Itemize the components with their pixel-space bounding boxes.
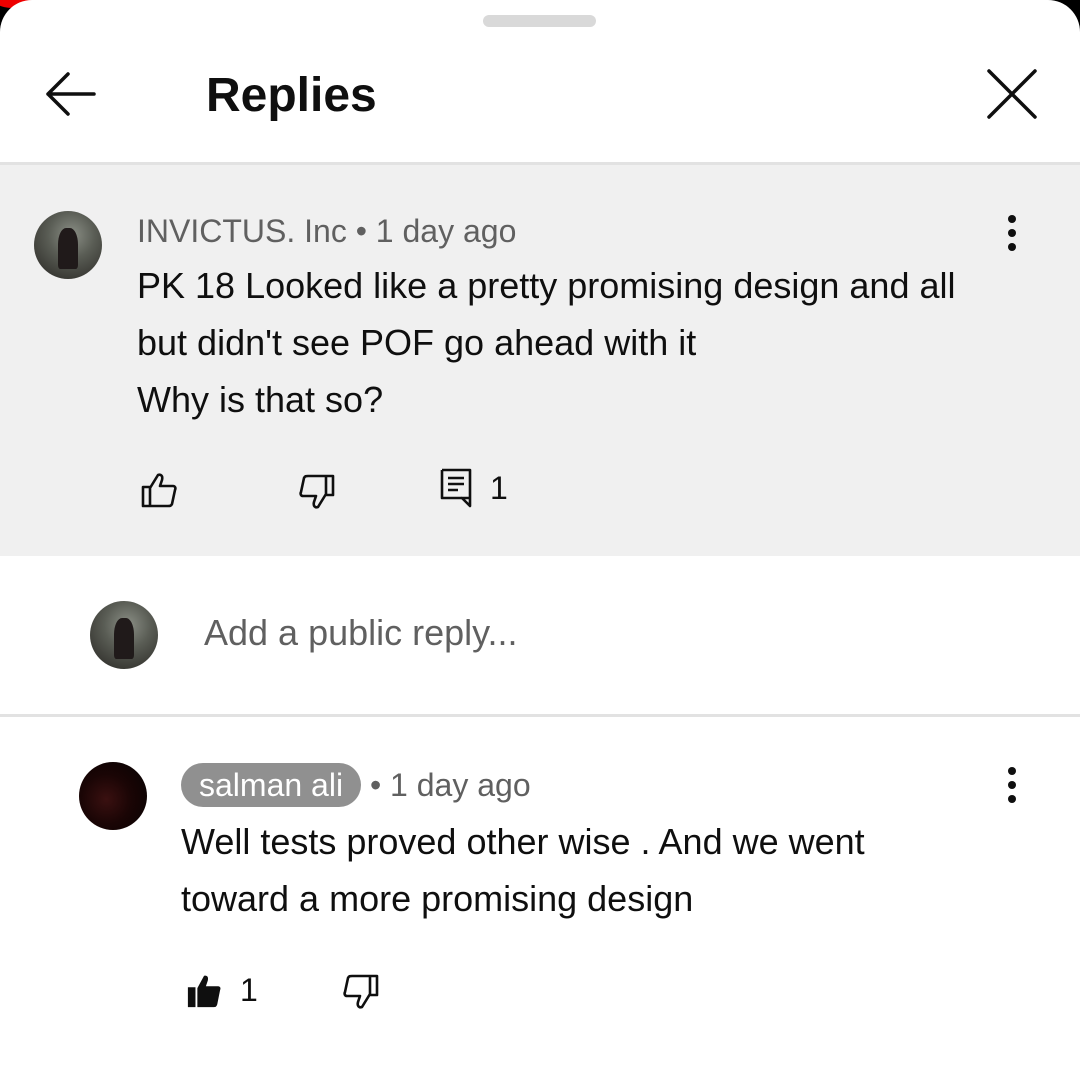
close-button[interactable] [976,58,1048,130]
like-button[interactable]: 1 [186,972,258,1009]
more-options-button[interactable] [992,205,1032,261]
replies-sheet: Replies INVICTUS. Inc • 1 day ago PK 18 … [0,0,1080,1076]
more-vertical-icon [1008,215,1016,251]
comment-icon [440,468,472,508]
comment-time: 1 day ago [390,767,531,803]
public-reply-input[interactable] [204,612,1004,654]
comment-text: Well tests proved other wise . And we we… [181,813,865,927]
comment-line: toward a more promising design [181,878,694,919]
more-vertical-icon [1008,767,1016,803]
parent-comment: INVICTUS. Inc • 1 day ago PK 18 Looked l… [0,165,1080,556]
author-chip[interactable]: salman ali [181,763,362,807]
dislike-button[interactable] [298,473,336,511]
divider [0,714,1080,717]
thumbs-up-icon [141,473,177,508]
thumbs-down-icon [343,974,379,1009]
replies-button[interactable]: 1 [440,468,508,508]
close-icon [987,69,1037,119]
meta-separator: • [361,767,391,803]
like-button[interactable] [140,471,178,509]
page-title: Replies [206,69,377,122]
back-button[interactable] [32,62,108,126]
more-options-button[interactable] [992,757,1032,813]
comment-meta: salman ali • 1 day ago [181,763,531,807]
comment-line: but didn't see POF go ahead with it [137,322,697,363]
author-name[interactable]: INVICTUS. Inc [137,213,347,249]
reply-composer [0,556,1080,714]
drag-handle[interactable] [483,15,596,27]
like-count: 1 [240,972,258,1008]
comment-line: Why is that so? [137,379,384,420]
reply-count: 1 [490,469,508,506]
arrow-left-icon [46,72,96,116]
header: Replies [0,40,1080,162]
comment-time: 1 day ago [375,213,517,249]
comment-text: PK 18 Looked like a pretty promising des… [137,257,956,428]
user-avatar [90,601,158,669]
comment-line: Well tests proved other wise . And we we… [181,821,865,862]
thumbs-up-filled-icon [187,975,221,1007]
avatar[interactable] [79,762,147,830]
thumbs-down-icon [299,474,335,509]
comment-meta: INVICTUS. Inc • 1 day ago [137,211,516,251]
dislike-button[interactable] [342,973,380,1011]
avatar[interactable] [34,211,102,279]
comment-line: PK 18 Looked like a pretty promising des… [137,265,956,306]
meta-separator: • [346,213,376,249]
